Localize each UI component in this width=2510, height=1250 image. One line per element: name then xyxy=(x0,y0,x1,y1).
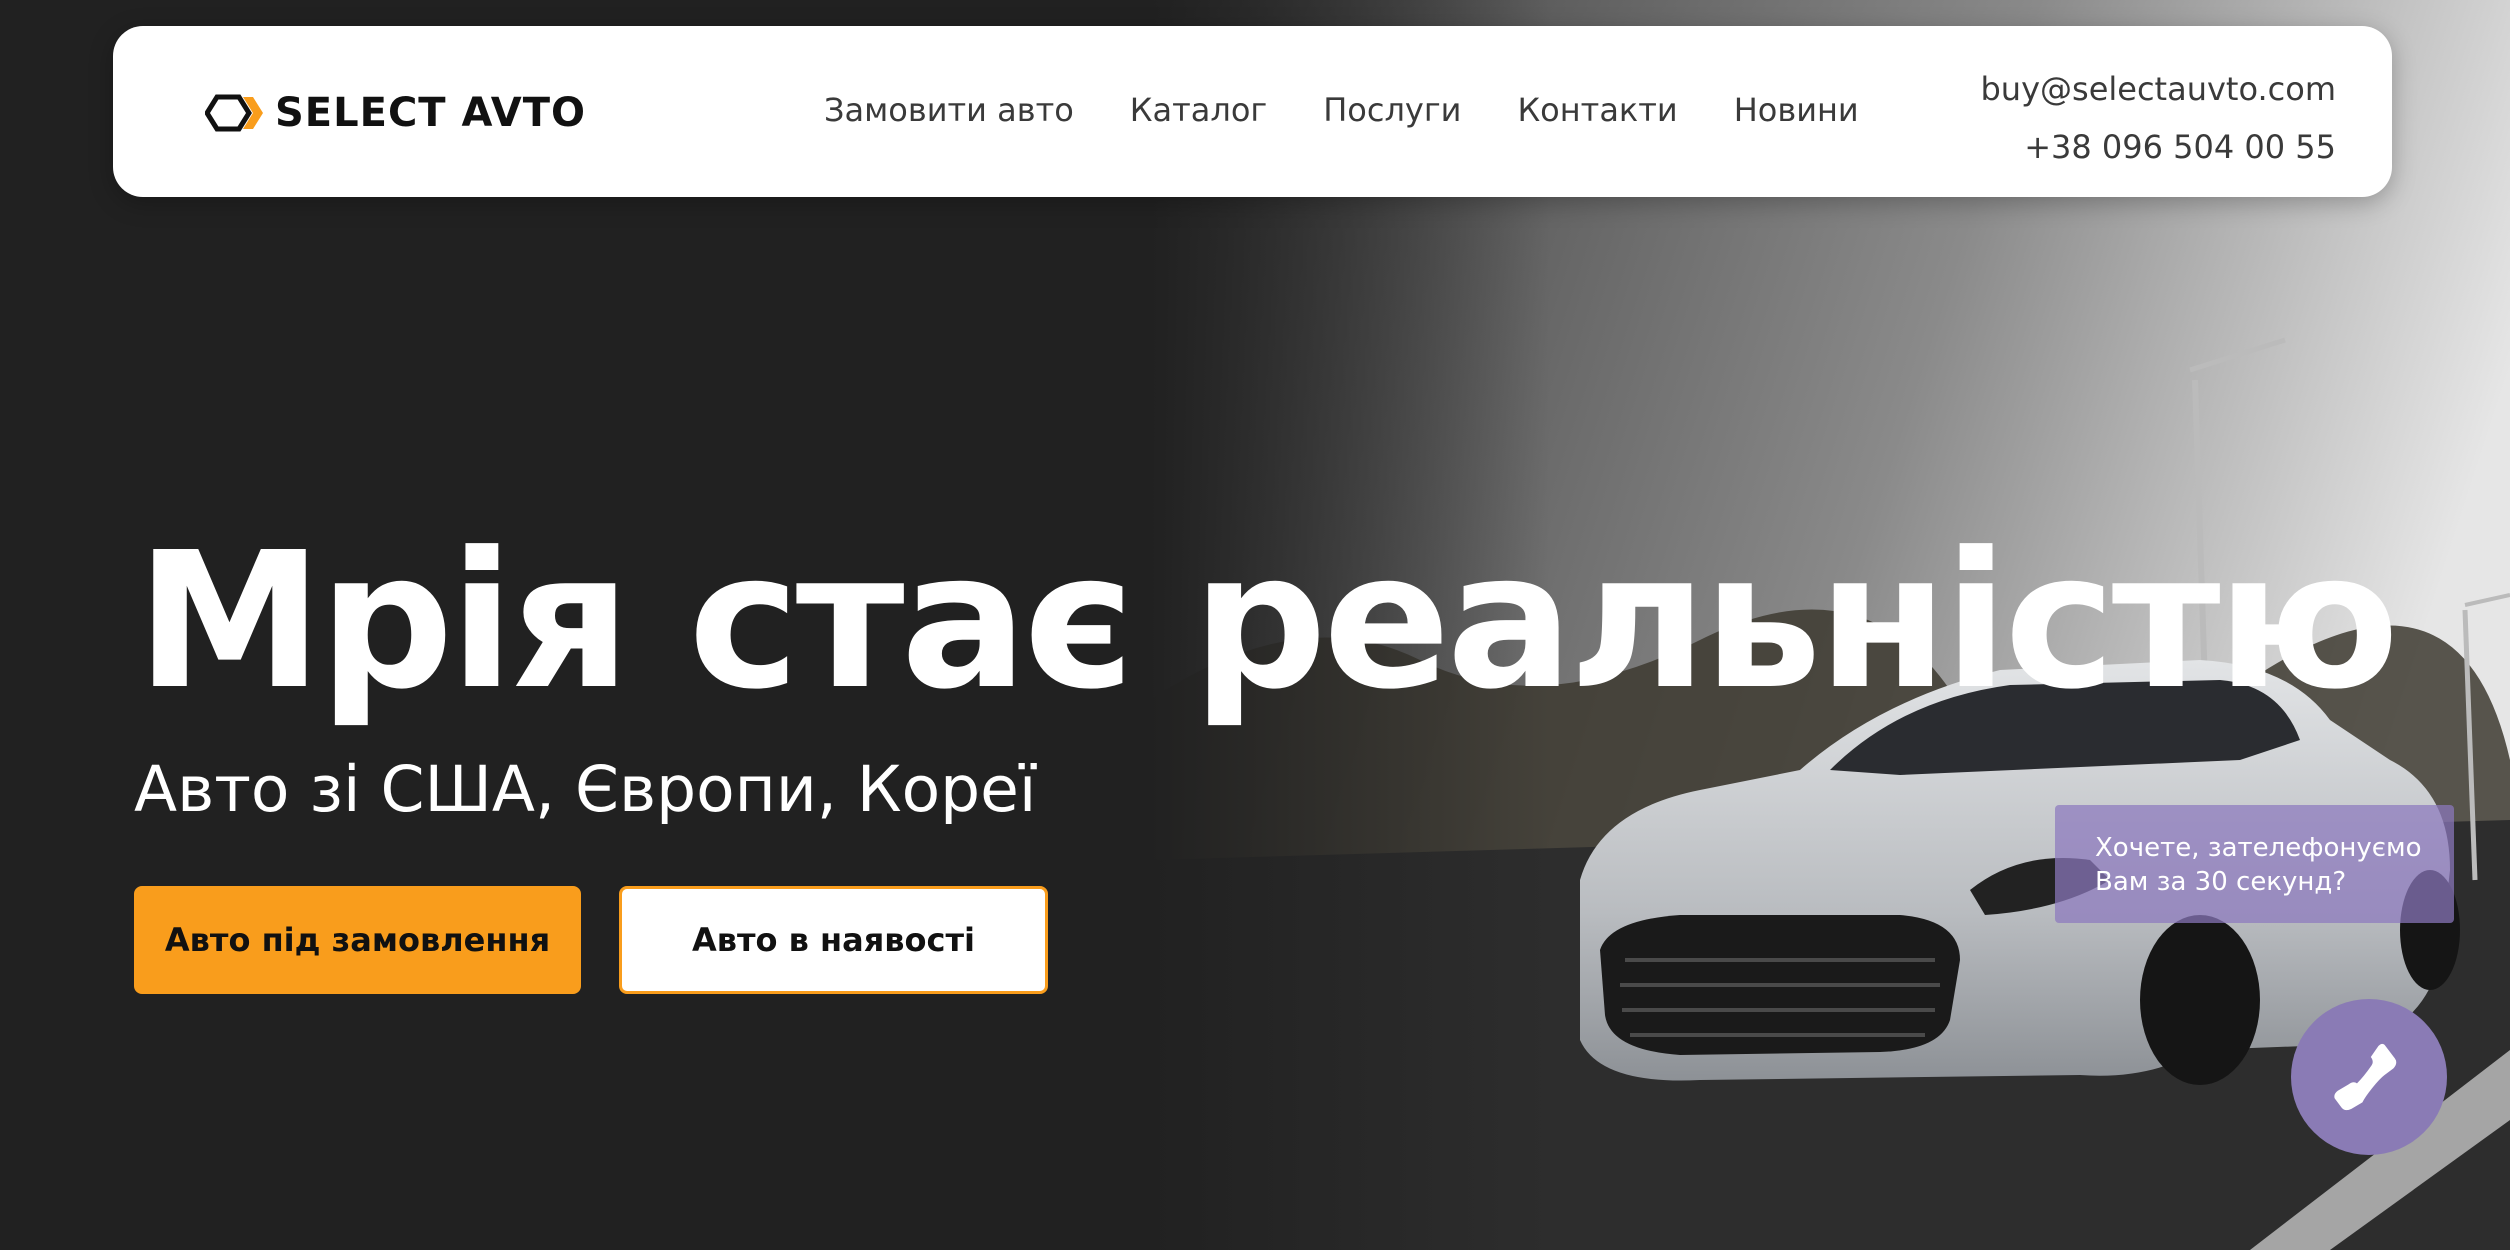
nav-item-services[interactable]: Послуги xyxy=(1323,86,1461,134)
callback-text-line2: Вам за 30 секунд? xyxy=(2095,867,2347,897)
header-contacts: buy@selectauvto.com +38 096 504 00 55 xyxy=(1980,60,2336,176)
nav-item-catalog[interactable]: Каталог xyxy=(1130,86,1267,134)
nav-item-contacts[interactable]: Контакти xyxy=(1517,86,1677,134)
site-header: SELECT AVTO Замовити авто Каталог Послуг… xyxy=(113,26,2392,197)
phone-icon xyxy=(2334,1043,2397,1111)
brand-name: SELECT AVTO xyxy=(275,90,586,136)
callback-text-line1: Хочете, зателефонуємо xyxy=(2095,833,2422,863)
contact-email[interactable]: buy@selectauvto.com xyxy=(1980,60,2336,118)
brand-logo[interactable]: SELECT AVTO xyxy=(205,88,586,138)
callback-phone-button[interactable] xyxy=(2291,999,2447,1155)
nav-item-news[interactable]: Новини xyxy=(1734,86,1859,134)
hero-title: Мрія стає реальністю xyxy=(136,512,2399,731)
main-nav: Замовити авто Каталог Послуги Контакти Н… xyxy=(824,86,1859,134)
logo-hexagon-icon xyxy=(205,94,263,132)
nav-item-order-car[interactable]: Замовити авто xyxy=(824,86,1074,134)
contact-phone[interactable]: +38 096 504 00 55 xyxy=(1980,118,2336,176)
hero-subtitle: Авто зі США, Європи, Кореї xyxy=(134,753,1037,826)
order-car-button[interactable]: Авто під замовлення xyxy=(134,886,581,994)
cars-in-stock-button[interactable]: Авто в наявості xyxy=(619,886,1048,994)
callback-tooltip: Хочете, зателефонуємо Вам за 30 секунд? xyxy=(2055,805,2454,923)
